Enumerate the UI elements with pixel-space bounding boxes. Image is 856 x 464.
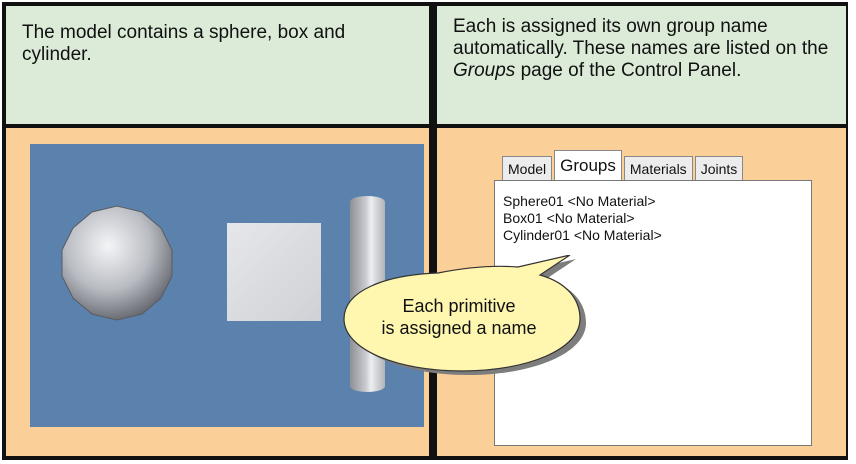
tab-joints[interactable]: Joints: [694, 156, 744, 180]
control-panel-tabs: Model Groups Materials Joints: [502, 150, 745, 180]
sphere-primitive[interactable]: [58, 204, 176, 322]
caption-right: Each is assigned its own group name auto…: [453, 16, 830, 82]
callout-line1: Each primitive: [402, 296, 516, 316]
list-item-sphere01[interactable]: Sphere01 <No Material>: [503, 193, 803, 210]
caption-right-italic: Groups: [453, 60, 516, 81]
caption-left: The model contains a sphere, box and cyl…: [22, 22, 346, 65]
caption-left-cell: The model contains a sphere, box and cyl…: [6, 6, 429, 124]
list-item-cylinder01[interactable]: Cylinder01 <No Material>: [503, 227, 803, 244]
caption-right-cell: Each is assigned its own group name auto…: [437, 6, 846, 124]
box-primitive[interactable]: [227, 223, 321, 321]
tab-groups[interactable]: Groups: [554, 150, 622, 180]
list-item-box01[interactable]: Box01 <No Material>: [503, 210, 803, 227]
callout-bubble: Each primitive is assigned a name: [318, 254, 604, 375]
callout-text: Each primitive is assigned a name: [354, 295, 564, 339]
caption-right-part1: Each is assigned its own group name auto…: [453, 16, 829, 59]
caption-right-part2: page of the Control Panel.: [515, 60, 742, 81]
tab-model[interactable]: Model: [502, 156, 553, 180]
callout-line2: is assigned a name: [381, 318, 537, 338]
tab-materials[interactable]: Materials: [623, 156, 693, 180]
